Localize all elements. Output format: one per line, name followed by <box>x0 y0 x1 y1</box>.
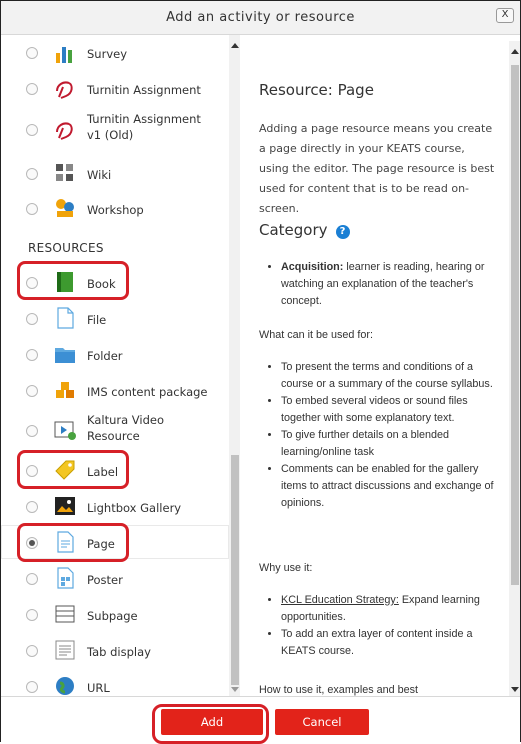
section-resources: RESOURCES <box>28 241 104 255</box>
wiki-icon <box>56 164 73 181</box>
resource-description: Adding a page resource means you create … <box>259 122 495 215</box>
list-item-kaltura[interactable]: Kaltura Video Resource <box>1 409 229 449</box>
dialog-titlebar: Add an activity or resource X <box>1 1 520 35</box>
category-list: Acquisition: learner is reading, hearing… <box>259 259 501 310</box>
gallery-image-icon <box>55 497 75 515</box>
kcl-strategy-link[interactable]: KCL Education Strategy: <box>281 594 399 606</box>
radio-survey[interactable] <box>26 47 38 59</box>
scroll-down-icon[interactable] <box>231 687 239 692</box>
radio-turnitin[interactable] <box>26 83 38 95</box>
scrollbar-thumb[interactable] <box>231 455 239 685</box>
list-item-workshop[interactable]: Workshop <box>1 191 229 225</box>
used-for-list: To present the terms and conditions of a… <box>259 359 501 512</box>
list-item-label: Lightbox Gallery <box>87 501 182 515</box>
list-item-label: Kaltura Video Resource <box>87 413 165 443</box>
video-icon <box>54 421 76 440</box>
list-item-folder[interactable]: Folder <box>1 337 229 371</box>
dialog-title: Add an activity or resource <box>166 10 355 25</box>
add-activity-dialog: Add an activity or resource X Survey Tur… <box>0 0 521 742</box>
description-scrollbar[interactable] <box>509 41 520 696</box>
list-item-label: Folder <box>87 349 123 363</box>
used-for-item: Comments can be enabled for the gallery … <box>281 461 501 512</box>
resource-description-panel: Resource: Page Adding a page resource me… <box>248 41 505 696</box>
used-for-item: To embed several videos or sound files t… <box>281 393 501 427</box>
list-item-turnitin[interactable]: Turnitin Assignment <box>1 71 229 105</box>
category-heading: Category? <box>259 221 350 239</box>
cancel-button[interactable]: Cancel <box>275 709 369 735</box>
list-item-lightbox[interactable]: Lightbox Gallery <box>1 489 229 523</box>
radio-file[interactable] <box>26 313 38 325</box>
scrollbar-thumb[interactable] <box>511 65 519 585</box>
tab-display-icon <box>55 640 75 660</box>
list-item-url[interactable]: URL <box>1 669 229 696</box>
globe-icon <box>56 677 74 695</box>
package-icon <box>56 382 74 398</box>
survey-chart-icon <box>56 47 72 63</box>
why-list: KCL Education Strategy: Expand learning … <box>259 592 501 660</box>
workshop-icon <box>56 199 74 217</box>
folder-icon <box>55 348 75 363</box>
help-icon[interactable]: ? <box>335 225 350 239</box>
radio-folder[interactable] <box>26 349 38 361</box>
radio-kaltura[interactable] <box>26 425 38 437</box>
list-item-label: Turnitin Assignment v1 (Old) <box>87 112 201 142</box>
list-item-label: Tab display <box>87 645 151 659</box>
used-for-item: To present the terms and conditions of a… <box>281 359 501 393</box>
list-item-poster[interactable]: Poster <box>1 561 229 595</box>
radio-tab-display[interactable] <box>26 645 38 657</box>
highlight-add-button <box>152 704 269 744</box>
resource-title: Resource: Page <box>259 81 374 99</box>
activity-list-scrollbar[interactable] <box>229 35 240 696</box>
list-item-label: Subpage <box>87 609 138 623</box>
how-heading: How to use it, examples and best <box>259 684 419 696</box>
list-item-label: Poster <box>87 573 123 587</box>
highlight-label <box>17 450 129 489</box>
list-item-label: Wiki <box>87 168 112 182</box>
list-item-file[interactable]: File <box>1 301 229 335</box>
scroll-down-icon[interactable] <box>511 687 519 692</box>
file-icon <box>57 307 74 329</box>
radio-url[interactable] <box>26 681 38 693</box>
list-item-survey[interactable]: Survey <box>1 37 229 71</box>
list-item-label: URL <box>87 681 110 695</box>
list-item-subpage[interactable]: Subpage <box>1 597 229 631</box>
used-for-heading: What can it be used for: <box>259 329 374 341</box>
radio-poster[interactable] <box>26 573 38 585</box>
list-item-ims[interactable]: IMS content package <box>1 373 229 407</box>
list-item-wiki[interactable]: Wiki <box>1 156 229 190</box>
scroll-up-icon[interactable] <box>231 43 239 48</box>
category-heading-text: Category <box>259 221 328 239</box>
used-for-item: To give further details on a blended lea… <box>281 427 501 461</box>
highlight-page <box>17 523 129 562</box>
highlight-book <box>17 261 129 300</box>
list-item-label: File <box>87 313 107 327</box>
activity-list: Survey Turnitin Assignment Turnitin Assi… <box>1 35 241 696</box>
list-item-turnitin-old[interactable]: Turnitin Assignment v1 (Old) <box>1 107 229 151</box>
scroll-up-icon[interactable] <box>511 49 519 54</box>
close-icon[interactable]: X <box>496 8 514 23</box>
list-item-label: Workshop <box>87 203 144 217</box>
category-item: Acquisition: learner is reading, hearing… <box>281 259 501 310</box>
category-strong: Acquisition: <box>281 261 344 273</box>
why-heading: Why use it: <box>259 562 313 574</box>
radio-workshop[interactable] <box>26 203 38 215</box>
list-item-tab-display[interactable]: Tab display <box>1 633 229 667</box>
turnitin-icon <box>56 122 73 140</box>
radio-ims[interactable] <box>26 385 38 397</box>
why-item: KCL Education Strategy: Expand learning … <box>281 592 501 626</box>
list-item-label: Survey <box>87 47 128 61</box>
list-item-label: Turnitin Assignment <box>87 83 201 97</box>
why-item: To add an extra layer of content inside … <box>281 626 501 660</box>
subpage-icon <box>55 605 75 623</box>
poster-icon <box>57 567 74 589</box>
radio-subpage[interactable] <box>26 609 38 621</box>
radio-turnitin-old[interactable] <box>26 124 38 136</box>
radio-wiki[interactable] <box>26 168 38 180</box>
turnitin-icon <box>56 81 73 99</box>
list-item-label: IMS content package <box>87 385 208 399</box>
radio-lightbox[interactable] <box>26 501 38 513</box>
